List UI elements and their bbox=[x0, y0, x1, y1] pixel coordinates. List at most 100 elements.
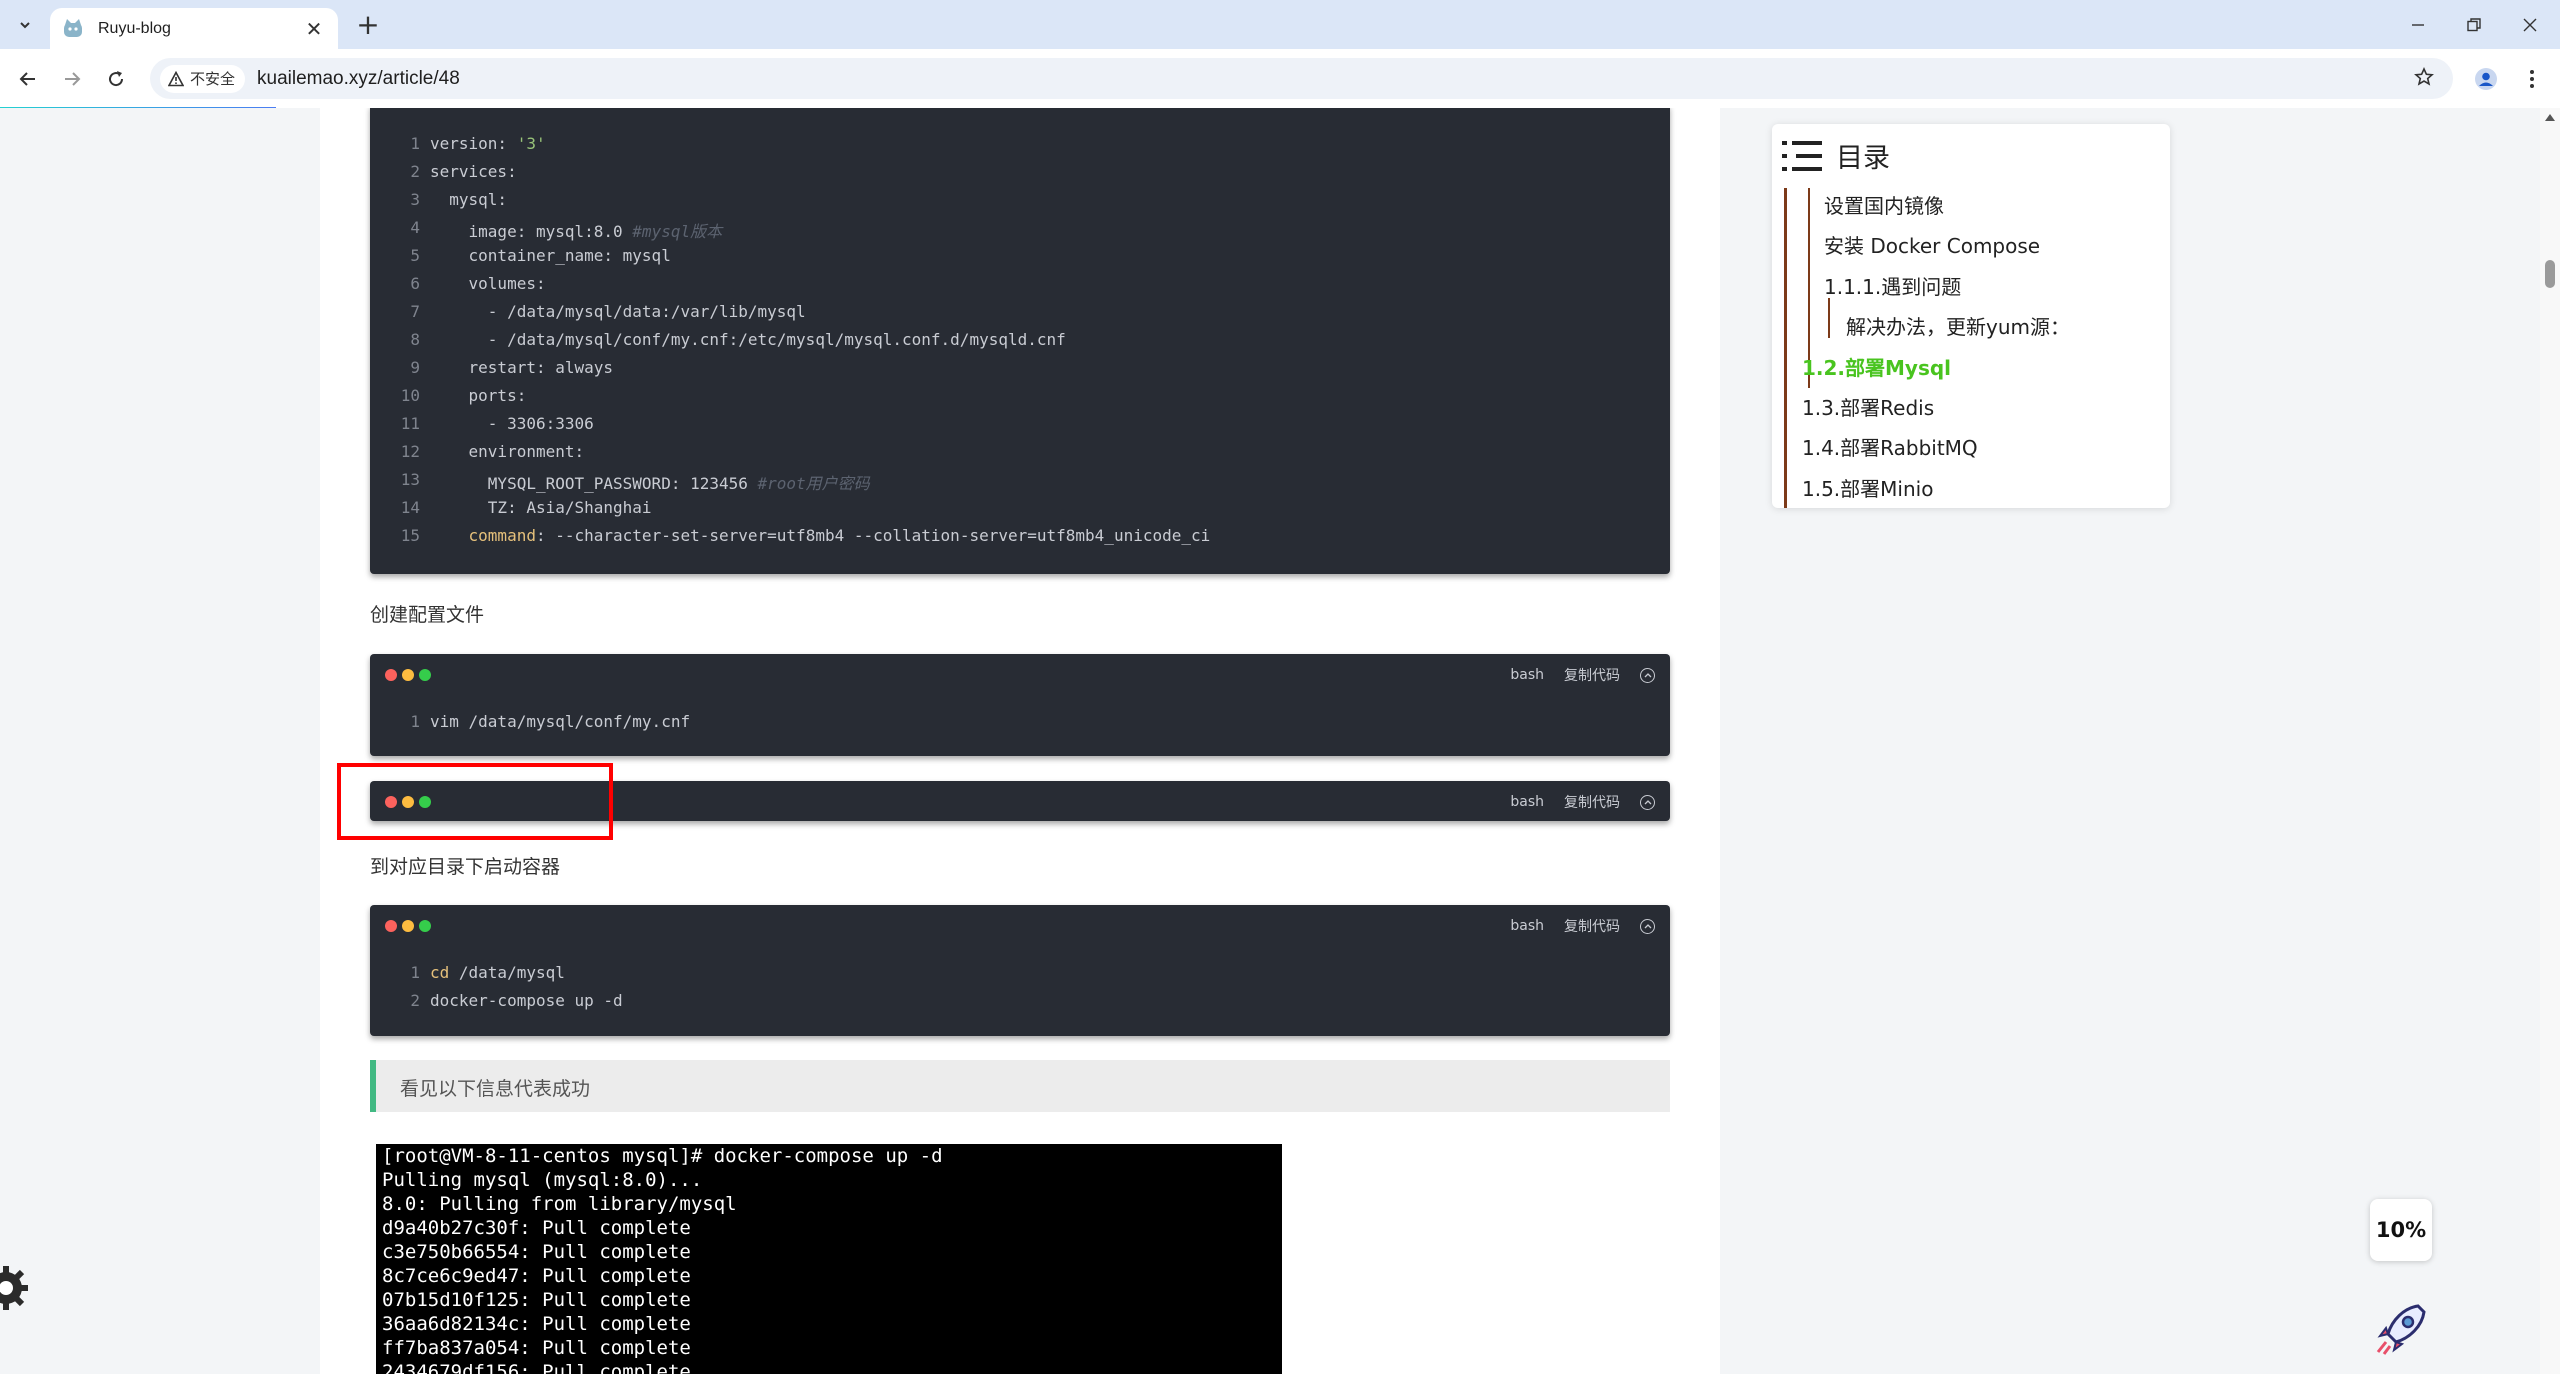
page-scrollbar[interactable] bbox=[2540, 108, 2560, 1374]
code-line: - /data/mysql/conf/my.cnf:/etc/mysql/mys… bbox=[430, 330, 1066, 349]
code-block-docker-compose: 1 version: '3' 2 services: 3 mysql: 4 image: … bbox=[370, 108, 1670, 574]
line-number: 2 bbox=[410, 162, 420, 181]
line-number: 3 bbox=[410, 190, 420, 209]
code-line: services: bbox=[430, 162, 517, 181]
collapse-code-button[interactable] bbox=[1640, 667, 1655, 683]
terminal-line: 2434679df156: Pull complete bbox=[382, 1361, 691, 1374]
toc-item[interactable]: 1.5.部署Minio bbox=[1802, 473, 1933, 502]
code-row: 1 version: '3' bbox=[370, 134, 1670, 156]
scroll-up-arrow-icon[interactable] bbox=[2545, 114, 2555, 121]
terminal-line: ff7ba837a054: Pull complete bbox=[382, 1337, 691, 1359]
browser-tab[interactable]: Ruyu-blog ✕ bbox=[50, 8, 338, 49]
toc-item[interactable]: 1.2.部署Mysql bbox=[1802, 352, 1951, 381]
code-row: 15 command: --character-set-server=utf8m… bbox=[370, 526, 1670, 548]
chevron-up-icon bbox=[1644, 924, 1651, 929]
code-row: 11 - 3306:3306 bbox=[370, 414, 1670, 436]
address-bar[interactable]: 不安全 kuailemao.xyz/article/48 bbox=[150, 58, 2453, 99]
copy-code-button[interactable]: 复制代码 bbox=[1564, 792, 1620, 812]
arrow-left-icon bbox=[19, 72, 35, 86]
code-row: 7 - /data/mysql/data:/var/lib/mysql bbox=[370, 302, 1670, 324]
close-window-button[interactable] bbox=[2510, 10, 2550, 40]
code-row: 6 volumes: bbox=[370, 274, 1670, 296]
toc-item[interactable]: 1.3.部署Redis bbox=[1802, 392, 1934, 421]
arrow-right-icon bbox=[65, 72, 81, 86]
user-avatar-icon bbox=[2475, 68, 2497, 90]
code-row: 2 docker-compose up -d bbox=[370, 991, 1670, 1013]
line-number: 10 bbox=[400, 386, 420, 405]
code-language-label: bash bbox=[1510, 918, 1544, 934]
code-row: 9 restart: always bbox=[370, 358, 1670, 380]
code-row: 14 TZ: Asia/Shanghai bbox=[370, 498, 1670, 520]
code-block-header: bash 复制代码 bbox=[370, 905, 1670, 945]
toc-rail bbox=[1784, 188, 1787, 508]
tab-search-button[interactable] bbox=[12, 12, 38, 38]
url-text[interactable]: kuailemao.xyz/article/48 bbox=[257, 68, 460, 90]
annotation-highlight-box bbox=[337, 763, 613, 840]
tab-title: Ruyu-blog bbox=[98, 19, 171, 37]
rocket-back-to-top-icon[interactable] bbox=[2372, 1298, 2432, 1358]
close-tab-icon[interactable]: ✕ bbox=[302, 17, 326, 41]
settings-gear-icon[interactable] bbox=[0, 1260, 34, 1316]
window-dots bbox=[385, 669, 431, 681]
bookmark-star-button[interactable] bbox=[2408, 61, 2440, 93]
line-number: 13 bbox=[400, 470, 420, 489]
collapse-code-button[interactable] bbox=[1640, 794, 1655, 810]
terminal-line: [root@VM-8-11-centos mysql]# docker-comp… bbox=[382, 1145, 943, 1167]
code-line: vim /data/mysql/conf/my.cnf bbox=[430, 712, 691, 731]
code-row: 3 mysql: bbox=[370, 190, 1670, 212]
browser-menu-button[interactable] bbox=[2516, 63, 2548, 95]
code-line: image: mysql:8.0 #mysql版本 bbox=[430, 222, 723, 241]
scrollbar-thumb[interactable] bbox=[2545, 260, 2555, 288]
chevron-up-icon bbox=[1644, 800, 1651, 805]
minimize-window-button[interactable] bbox=[2398, 10, 2438, 40]
copy-code-button[interactable]: 复制代码 bbox=[1564, 916, 1620, 936]
toc-item[interactable]: 设置国内镜像 bbox=[1824, 190, 1944, 219]
yellow-dot-icon bbox=[402, 920, 414, 932]
forward-button[interactable] bbox=[56, 63, 88, 95]
code-row: 10 ports: bbox=[370, 386, 1670, 408]
toc-item[interactable]: 1.4.部署RabbitMQ bbox=[1802, 432, 1978, 461]
code-block-start: bash 复制代码 1 cd /data/mysql 2 docker-compose… bbox=[370, 905, 1670, 1036]
copy-code-button[interactable]: 复制代码 bbox=[1564, 665, 1620, 685]
toc-item[interactable]: 安装 Docker Compose bbox=[1824, 230, 2040, 259]
terminal-screenshot: [root@VM-8-11-centos mysql]# docker-comp… bbox=[376, 1144, 1282, 1374]
code-line: restart: always bbox=[430, 358, 614, 377]
reload-button[interactable] bbox=[100, 63, 132, 95]
cat-favicon-icon bbox=[64, 18, 82, 37]
code-row: 1 cd /data/mysql bbox=[370, 963, 1670, 985]
code-line: docker-compose up -d bbox=[430, 991, 623, 1010]
back-button[interactable] bbox=[12, 63, 44, 95]
line-number: 14 bbox=[400, 498, 420, 517]
toc-item[interactable]: 1.1.1.遇到问题 bbox=[1824, 271, 1961, 300]
paragraph-create-config: 创建配置文件 bbox=[370, 604, 485, 626]
toc-item[interactable]: 解决办法，更新yum源： bbox=[1846, 311, 2070, 340]
red-dot-icon bbox=[385, 669, 397, 681]
line-number: 1 bbox=[410, 712, 420, 731]
site-security-chip[interactable]: 不安全 bbox=[160, 64, 246, 93]
chevron-up-icon bbox=[1644, 673, 1651, 678]
chevron-down-icon bbox=[20, 22, 30, 29]
line-number: 4 bbox=[410, 218, 420, 237]
restore-icon bbox=[2467, 18, 2481, 32]
code-line: TZ: Asia/Shanghai bbox=[430, 498, 652, 517]
terminal-line: c3e750b66554: Pull complete bbox=[382, 1241, 691, 1263]
browser-toolbar: 不安全 kuailemao.xyz/article/48 bbox=[0, 49, 2560, 108]
code-language-label: bash bbox=[1510, 667, 1544, 683]
code-language-label: bash bbox=[1510, 794, 1544, 810]
new-tab-button[interactable]: + bbox=[352, 10, 384, 42]
green-dot-icon bbox=[419, 920, 431, 932]
code-row: 5 container_name: mysql bbox=[370, 246, 1670, 268]
insecure-label: 不安全 bbox=[190, 71, 236, 88]
green-dot-icon bbox=[419, 669, 431, 681]
profile-button[interactable] bbox=[2470, 63, 2502, 95]
close-icon bbox=[2523, 18, 2537, 32]
collapse-code-button[interactable] bbox=[1640, 918, 1655, 934]
reading-progress-badge[interactable]: 10% bbox=[2370, 1199, 2432, 1261]
code-row: 8 - /data/mysql/conf/my.cnf:/etc/mysql/m… bbox=[370, 330, 1670, 352]
toc-title: 目录 bbox=[1836, 143, 1890, 174]
restore-window-button[interactable] bbox=[2454, 10, 2494, 40]
toc-header: 目录 bbox=[1782, 136, 1890, 175]
star-icon bbox=[2414, 67, 2434, 86]
code-line: ports: bbox=[430, 386, 527, 405]
code-line: version: '3' bbox=[430, 134, 546, 153]
